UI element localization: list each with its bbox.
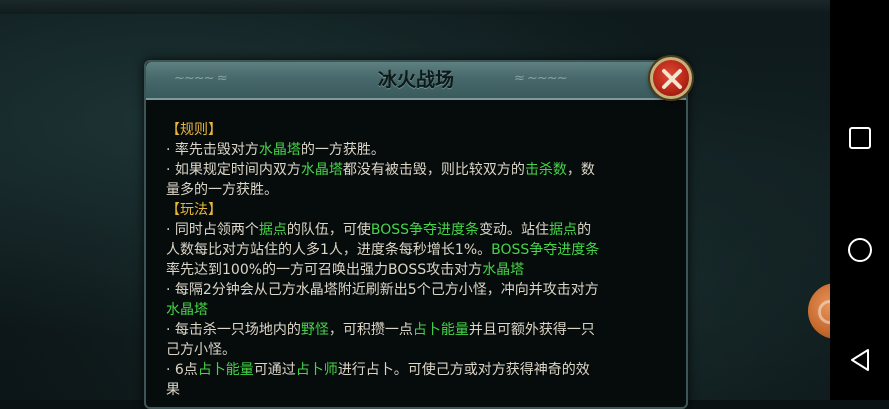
highlight-term: 占卜能量 [197,362,254,378]
highlight-term: 水晶塔 [166,302,208,318]
rules-text-segment: · 如果规定时间内双方 [166,162,301,178]
close-x-icon [662,69,682,89]
highlight-term: 野怪 [300,322,329,338]
rules-text-segment: ，数 [566,162,595,178]
rules-line: 率先达到100%的一方可召唤出强力BOSS攻击对方水晶塔 [166,260,676,280]
rules-line: 果 [166,380,676,400]
rules-text-segment: 的队伍，可使 [286,222,371,238]
rules-text: 【规则】 · 率先击毁对方水晶塔的一方获胜。 · 如果规定时间内双方水晶塔都没有被击… [166,120,676,400]
highlight-term: 据点 [258,222,287,238]
rules-line: · 每击杀一只场地内的野怪，可积攒一点占卜能量并且可额外获得一只 [166,320,676,340]
battlefield-rules-dialog: ~~~~ ≈ ≈ ~~~~ 冰火战场 【规则】 · 率先击毁对方水晶塔的一方获胜。… [144,60,688,409]
rules-text-segment: 果 [166,382,180,398]
highlight-term: 水晶塔 [482,262,525,278]
section-heading: 【玩法】 [166,202,222,218]
android-nav-bar [830,0,889,400]
rules-line: · 如果规定时间内双方水晶塔都没有被击毁，则比较双方的击杀数，数 [166,160,676,180]
close-button[interactable] [650,57,692,99]
rules-text-segment: 的一方获胜。 [300,142,385,158]
rules-line: 己方小怪。 [166,340,676,360]
highlight-term: 击杀数 [524,162,567,178]
section-heading: 【规则】 [166,122,222,138]
rules-text-segment: 进行占卜。可使己方或对方获得神奇的效 [337,362,590,378]
rules-text-segment: 可通过 [253,362,296,378]
highlight-term: BOSS争夺进度条 [370,222,480,238]
rules-text-segment: 己方小怪。 [166,342,236,358]
dialog-title: 冰火战场 [377,69,454,91]
rules-text-segment: 都没有被击毁，则比较双方的 [342,162,525,178]
rules-text-segment: 人数每比对方站住的人多1人，进度条每秒增长1%。 [166,242,492,258]
rules-text-segment: 率先达到100%的一方可召唤出强力BOSS攻击对方 [166,262,483,278]
rules-text-segment: · 同时占领两个 [166,222,259,238]
highlight-term: 占卜师 [295,362,338,378]
highlight-term: 占卜能量 [412,322,469,338]
highlight-term: 据点 [549,222,578,238]
highlight-term: 水晶塔 [300,162,343,178]
rules-line: 【玩法】 [166,200,676,220]
rules-line: 量多的一方获胜。 [166,180,676,200]
rules-line: 【规则】 [166,120,676,140]
rules-line: · 率先击毁对方水晶塔的一方获胜。 [166,140,676,160]
top-hud-strip [0,0,830,14]
rules-text-segment: · 率先击毁对方 [166,142,259,158]
rules-text-segment: 并且可额外获得一只 [468,322,595,338]
dialog-header: ~~~~ ≈ ≈ ~~~~ 冰火战场 [146,62,686,100]
rules-line: 水晶塔 [166,300,676,320]
rules-text-segment: ，可积攒一点 [328,322,413,338]
rules-text-segment: · 每击杀一只场地内的 [166,322,301,338]
highlight-term: 水晶塔 [258,142,301,158]
rules-text-segment: 的 [577,222,592,238]
rules-line: 人数每比对方站住的人多1人，进度条每秒增长1%。BOSS争夺进度条 [166,240,676,260]
rules-text-segment: 变动。站住 [479,222,550,238]
rules-line: · 6点占卜能量可通过占卜师进行占卜。可使己方或对方获得神奇的效 [166,360,676,380]
rules-line: · 同时占领两个据点的队伍，可使BOSS争夺进度条变动。站住据点的 [166,220,676,240]
rules-line: · 每隔2分钟会从己方水晶塔附近刷新出5个己方小怪，冲向并攻击对方 [166,280,676,300]
rules-text-segment: 量多的一方获胜。 [166,182,278,198]
highlight-term: BOSS争夺进度条 [491,242,600,258]
rules-text-segment: · 每隔2分钟会从己方水晶塔附近刷新出5个己方小怪，冲向并攻击对方 [166,282,599,298]
rules-text-segment: · 6点 [166,362,198,378]
